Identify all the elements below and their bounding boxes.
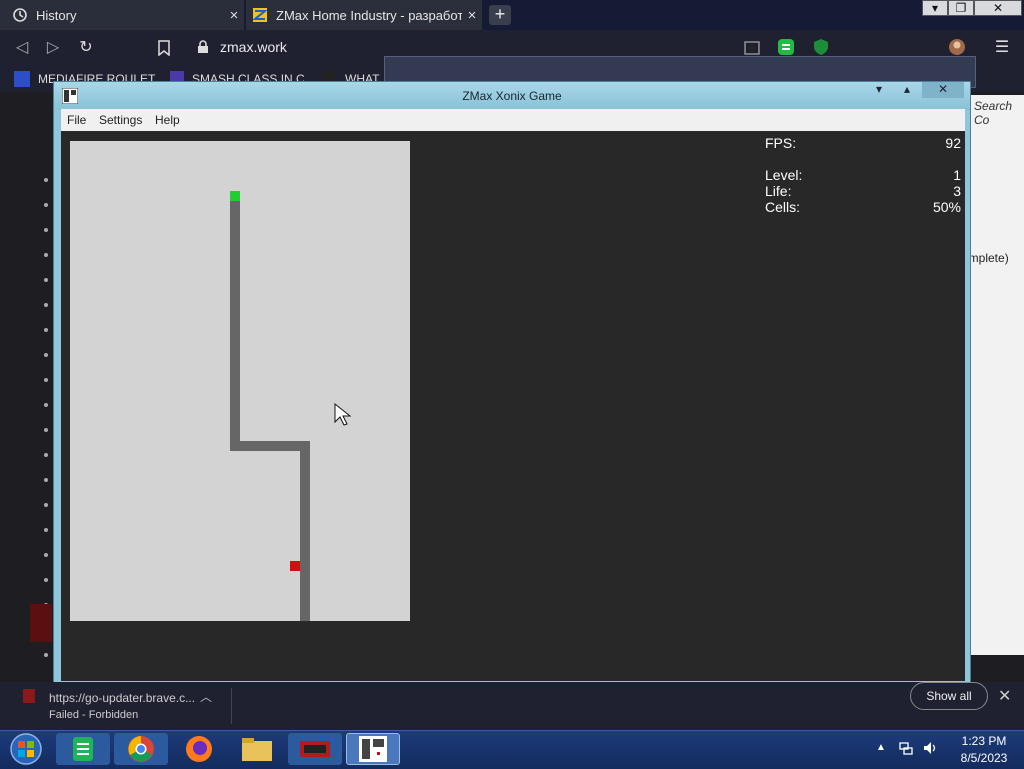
background-thumbnail: [30, 604, 52, 642]
back-icon[interactable]: ◁: [12, 38, 32, 58]
clock-time[interactable]: 1:23 PM: [952, 734, 1016, 748]
tab-label: ZMax Home Industry - разработка: [276, 7, 462, 23]
lock-icon: [198, 40, 208, 53]
window-restore-button[interactable]: ❐: [948, 0, 974, 16]
stat-label: Level:: [765, 167, 803, 183]
tray-expand-icon[interactable]: ▲: [876, 742, 886, 753]
stat-value: 3: [953, 183, 961, 199]
divider: [231, 688, 232, 724]
stat-value: 92: [945, 135, 961, 151]
list-bullet: [44, 578, 48, 582]
player-marker: [230, 191, 240, 201]
list-bullet: [44, 253, 48, 257]
download-url[interactable]: https://go-updater.brave.c...: [49, 691, 195, 705]
close-download-bar-icon[interactable]: ✕: [998, 686, 1011, 706]
stat-fps: FPS: 92: [765, 135, 961, 153]
firefox-icon: [186, 736, 212, 762]
list-bullet: [44, 553, 48, 557]
list-bullet: [44, 303, 48, 307]
list-bullet: [44, 353, 48, 357]
browser-tab-bar: History × ZMax Home Industry - разработк…: [0, 0, 1024, 30]
menu-file[interactable]: File: [67, 113, 86, 127]
list-bullet: [44, 278, 48, 282]
volume-icon[interactable]: [922, 740, 940, 756]
taskbar-app-game-launcher[interactable]: [288, 733, 342, 765]
tab-label: History: [36, 7, 77, 23]
download-bar: [0, 682, 1024, 730]
taskbar-app-chrome[interactable]: [114, 733, 168, 765]
list-bullet: [44, 203, 48, 207]
background-search-input[interactable]: Search Co: [974, 99, 1024, 127]
list-bullet: [44, 503, 48, 507]
game-minimize-button[interactable]: ▾: [866, 82, 892, 98]
list-bullet: [44, 178, 48, 182]
list-bullet: [44, 428, 48, 432]
trail-segment: [230, 201, 240, 451]
window-minimize-button[interactable]: ▾: [922, 0, 948, 16]
enemy-ball: [290, 561, 300, 571]
sheets-icon: [73, 737, 93, 761]
game-window-title: ZMax Xonix Game: [462, 89, 562, 103]
taskbar-app-xonix[interactable]: [346, 733, 400, 765]
start-button-icon[interactable]: [8, 733, 44, 765]
close-tab-icon[interactable]: ×: [462, 7, 482, 24]
list-bullet: [44, 328, 48, 332]
stat-label: Life:: [765, 183, 792, 199]
clock-date[interactable]: 8/5/2023: [952, 751, 1016, 765]
stat-value: 50%: [932, 199, 961, 215]
taskbar-app-firefox[interactable]: [172, 733, 226, 765]
game-client-area: FPS: 92 Level: 1 Life: 3 Cells: 50%: [61, 131, 965, 681]
url-field[interactable]: zmax.work: [220, 39, 287, 55]
tab-zmax[interactable]: ZMax Home Industry - разработка ×: [246, 0, 482, 30]
game-window-titlebar[interactable]: ZMax Xonix Game ▾ ▴ ✕: [54, 82, 970, 110]
game-field[interactable]: [70, 141, 410, 621]
folder-icon: [242, 738, 272, 761]
list-bullet: [44, 653, 48, 657]
list-bullet: [44, 478, 48, 482]
history-icon: [13, 8, 27, 22]
extension-green-icon[interactable]: [777, 38, 795, 56]
game-maximize-button[interactable]: ▴: [894, 82, 920, 98]
stat-cells: Cells: 50%: [765, 199, 961, 217]
menu-help[interactable]: Help: [155, 113, 180, 127]
list-bullet: [44, 228, 48, 232]
close-tab-icon[interactable]: ×: [224, 7, 244, 24]
background-panel: [970, 95, 1024, 655]
taskbar-app-sheets[interactable]: [56, 733, 110, 765]
game-app-icon: [300, 741, 330, 757]
list-bullet: [44, 403, 48, 407]
profile-avatar-icon[interactable]: [948, 38, 966, 56]
stat-label: Cells:: [765, 199, 801, 215]
xonix-app-icon: [359, 736, 387, 762]
shield-extension-icon[interactable]: [813, 38, 829, 56]
menu-hamburger-icon[interactable]: ☰: [992, 38, 1012, 58]
trail-segment: [300, 441, 310, 621]
new-tab-button[interactable]: +: [489, 5, 511, 25]
game-close-button[interactable]: ✕: [922, 82, 964, 98]
chevron-up-icon[interactable]: ︿: [200, 688, 212, 705]
game-menu-bar: File Settings Help: [61, 109, 965, 132]
trail-segment: [230, 441, 310, 451]
show-all-button[interactable]: Show all: [910, 682, 988, 710]
list-bullet: [44, 378, 48, 382]
stat-label: FPS:: [765, 135, 797, 151]
zmax-favicon-icon: [252, 8, 268, 22]
window-close-button[interactable]: ✕: [974, 0, 1022, 16]
reload-icon[interactable]: ↻: [76, 38, 96, 58]
list-bullet: [44, 453, 48, 457]
game-window: ZMax Xonix Game ▾ ▴ ✕ File Settings Help…: [53, 81, 971, 687]
list-bullet: [44, 528, 48, 532]
menu-settings[interactable]: Settings: [99, 113, 142, 127]
bookmark-icon[interactable]: [158, 40, 170, 56]
chrome-icon: [128, 736, 154, 762]
tab-history[interactable]: History ×: [0, 0, 244, 30]
network-icon[interactable]: [898, 740, 914, 756]
stat-value: 1: [953, 167, 961, 183]
download-file-icon: [23, 689, 35, 703]
forward-icon[interactable]: ▷: [43, 38, 63, 58]
download-status: Failed - Forbidden: [49, 709, 139, 721]
taskbar-app-explorer[interactable]: [230, 733, 284, 765]
translate-icon[interactable]: [744, 40, 760, 56]
bookmark-favicon-icon: [14, 71, 30, 87]
